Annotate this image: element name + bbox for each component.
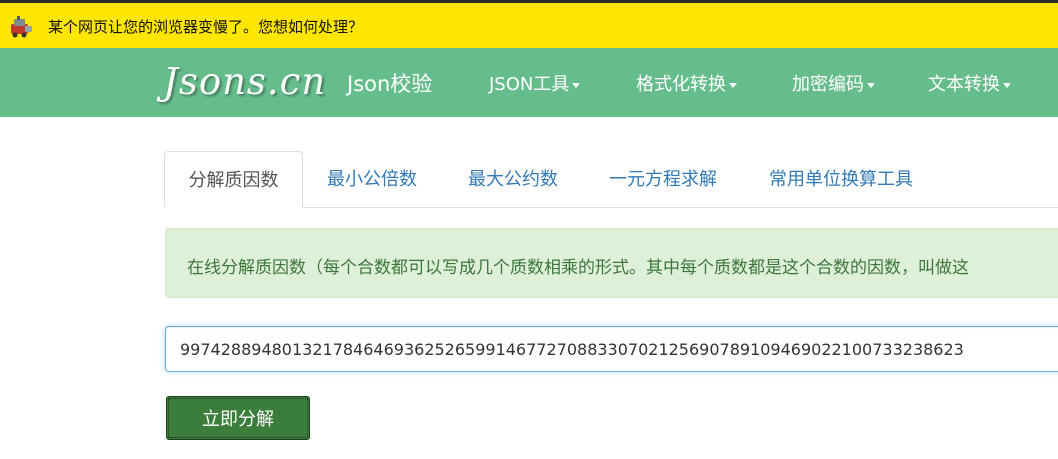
number-input[interactable] xyxy=(165,326,1058,372)
nav-format-convert[interactable]: 格式化转换 xyxy=(636,70,737,96)
nav-json-validate[interactable]: Json校验 xyxy=(347,68,432,98)
tab-gcd[interactable]: 最大公约数 xyxy=(468,151,558,206)
factorize-button[interactable]: 立即分解 xyxy=(166,396,310,440)
top-navbar: Jsons.cn Json校验 JSON工具 格式化转换 加密编码 文本转换 xyxy=(0,48,1058,117)
tab-label: 最大公约数 xyxy=(468,169,558,190)
nav-encrypt-encode-label: 加密编码 xyxy=(792,74,864,95)
caret-down-icon xyxy=(729,82,737,88)
nav-json-validate-label: Json校验 xyxy=(347,72,433,96)
tab-prime-factorization[interactable]: 分解质因数 xyxy=(164,151,303,208)
info-alert: 在线分解质因数（每个合数都可以写成几个质数相乘的形式。其中每个质数都是这个合数的… xyxy=(165,228,1058,298)
alert-text: 在线分解质因数（每个合数都可以写成几个质数相乘的形式。其中每个质数都是这个合数的… xyxy=(187,258,969,278)
nav-encrypt-encode[interactable]: 加密编码 xyxy=(792,70,875,96)
nav-text-convert-label: 文本转换 xyxy=(928,74,1000,95)
nav-json-tools-label: JSON工具 xyxy=(489,74,570,95)
tab-label: 分解质因数 xyxy=(188,170,279,191)
caret-down-icon xyxy=(572,82,581,88)
caret-down-icon xyxy=(867,82,875,88)
infobar-message: 某个网页让您的浏览器变慢了。您想如何处理？ xyxy=(48,18,364,36)
nav-json-tools[interactable]: JSON工具 xyxy=(489,70,581,96)
site-logo[interactable]: Jsons.cn xyxy=(163,60,326,103)
caret-down-icon xyxy=(1003,82,1011,88)
slow-page-warning-icon xyxy=(9,14,35,38)
nav-format-convert-label: 格式化转换 xyxy=(636,74,726,95)
tab-linear-equation[interactable]: 一元方程求解 xyxy=(609,151,717,206)
tab-lcm[interactable]: 最小公倍数 xyxy=(327,151,417,206)
browser-infobar: 某个网页让您的浏览器变慢了。您想如何处理？ xyxy=(0,3,1058,48)
tab-label: 最小公倍数 xyxy=(327,169,417,190)
tab-unit-conversion[interactable]: 常用单位换算工具 xyxy=(769,151,913,206)
tab-label: 一元方程求解 xyxy=(609,169,717,190)
tool-tabs: 分解质因数 最小公倍数 最大公约数 一元方程求解 常用单位换算工具 xyxy=(164,151,1058,208)
nav-text-convert[interactable]: 文本转换 xyxy=(928,70,1011,96)
tab-label: 常用单位换算工具 xyxy=(769,169,913,190)
